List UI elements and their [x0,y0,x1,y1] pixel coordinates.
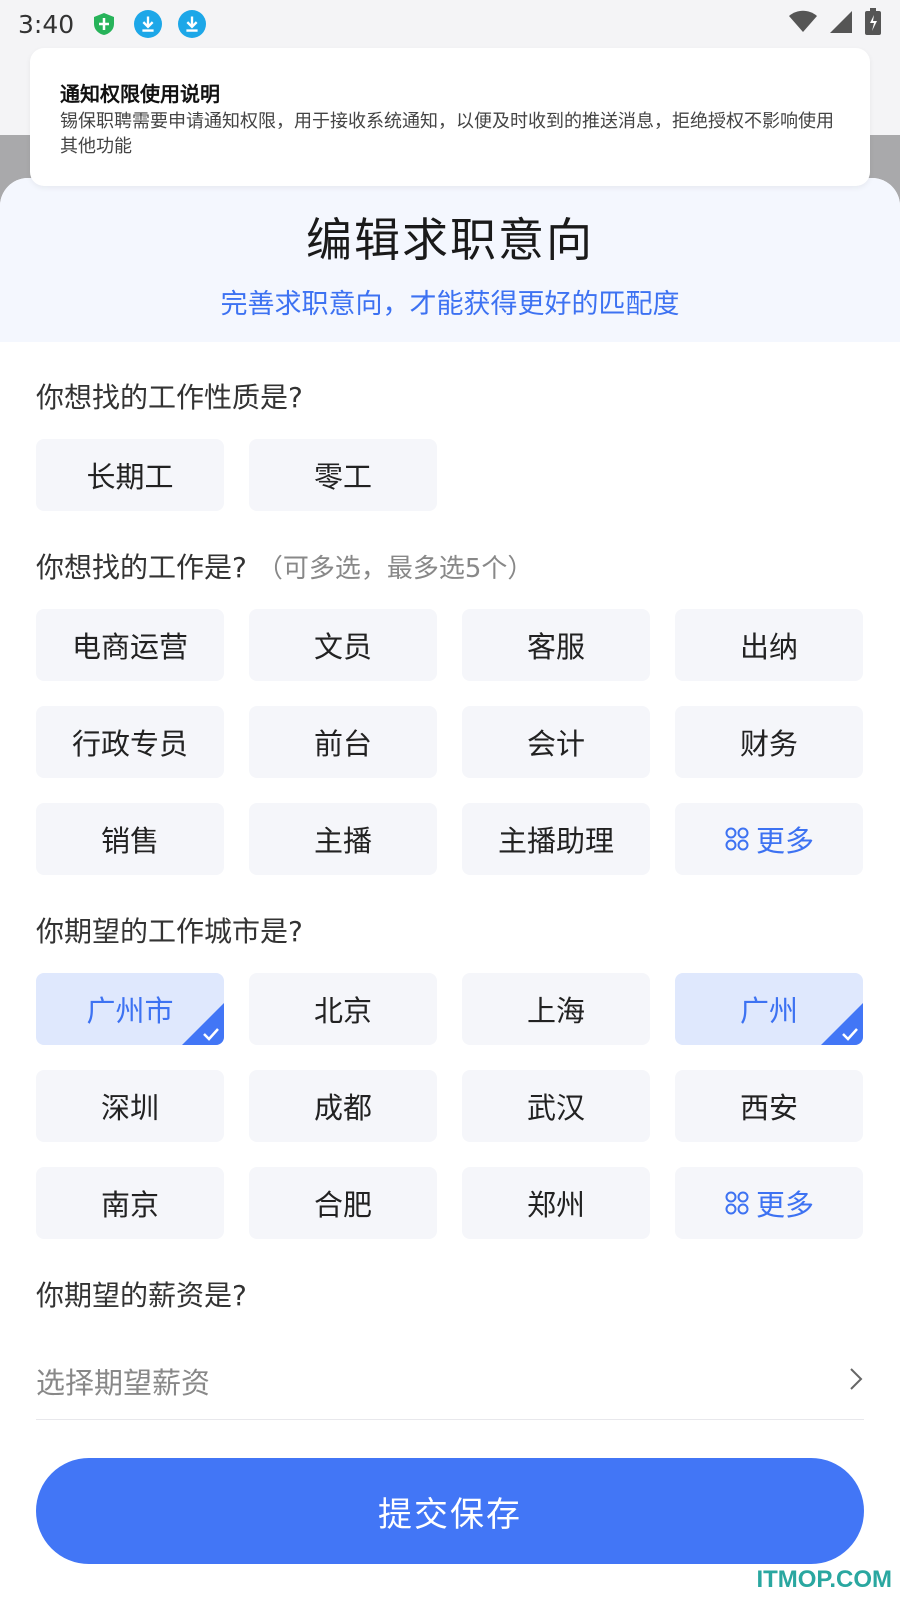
check-icon [821,1003,863,1045]
job-type-options: 长期工 零工 [36,439,437,511]
city-question: 你期望的工作城市是? [36,915,303,948]
job-hint: （可多选，最多选5个） [256,554,534,584]
permission-notice: 通知权限使用说明 锡保职聘需要申请通知权限，用于接收系统通知，以便及时收到的推送… [30,48,870,186]
city-options-row-2: 深圳 成都 武汉 西安 [36,1070,863,1142]
city-chip[interactable]: 深圳 [36,1070,224,1142]
job-chip[interactable]: 销售 [36,803,224,875]
job-type-chip[interactable]: 长期工 [36,439,224,511]
grid-icon [724,826,750,852]
city-options-row-3: 南京 合肥 郑州 更多 [36,1167,863,1239]
job-chip[interactable]: 电商运营 [36,609,224,681]
watermark: ITMOP.COM [756,1566,892,1593]
job-chip[interactable]: 客服 [462,609,650,681]
city-chip-selected[interactable]: 广州市 [36,973,224,1045]
chevron-right-icon [848,1366,864,1396]
job-chip[interactable]: 出纳 [675,609,863,681]
job-options-row-1: 电商运营 文员 客服 出纳 [36,609,863,681]
download-icon [134,10,163,38]
job-options-row-3: 销售 主播 主播助理 更多 [36,803,863,875]
city-chip[interactable]: 武汉 [462,1070,650,1142]
page-title: 编辑求职意向 [306,213,594,267]
city-chip[interactable]: 合肥 [249,1167,437,1239]
job-more-label: 更多 [755,824,814,858]
city-more-label: 更多 [755,1188,814,1222]
city-chip[interactable]: 郑州 [462,1167,650,1239]
download-icon [178,10,207,38]
page-subtitle: 完善求职意向，才能获得更好的匹配度 [220,289,680,320]
salary-placeholder: 选择期望薪资 [36,1365,211,1400]
job-chip[interactable]: 文员 [249,609,437,681]
job-chip[interactable]: 财务 [675,706,863,778]
job-chip[interactable]: 前台 [249,706,437,778]
city-options-row-1: 广州市 北京 上海 广州 [36,973,863,1045]
city-chip[interactable]: 成都 [249,1070,437,1142]
sheet-header: 编辑求职意向 完善求职意向，才能获得更好的匹配度 [0,178,900,342]
job-chip[interactable]: 行政专员 [36,706,224,778]
job-question: 你想找的工作是? （可多选，最多选5个） [36,551,534,584]
check-icon [182,1003,224,1045]
job-chip[interactable]: 主播助理 [462,803,650,875]
city-chip[interactable]: 上海 [462,973,650,1045]
wifi-icon [788,10,818,38]
status-time: 3:40 [18,9,75,39]
signal-icon [828,10,854,38]
job-type-chip[interactable]: 零工 [249,439,437,511]
job-more-button[interactable]: 更多 [675,803,863,875]
salary-selector[interactable]: 选择期望薪资 [36,1342,864,1420]
job-chip[interactable]: 会计 [462,706,650,778]
status-bar: 3:40 [0,0,900,48]
city-chip[interactable]: 西安 [675,1070,863,1142]
notice-title: 通知权限使用说明 [60,82,220,106]
notice-body: 锡保职聘需要申请通知权限，用于接收系统通知，以便及时收到的推送消息，拒绝授权不影… [60,111,834,157]
grid-icon [724,1190,750,1216]
city-chip-selected[interactable]: 广州 [675,973,863,1045]
job-type-question: 你想找的工作性质是? [36,381,303,414]
city-chip[interactable]: 北京 [249,973,437,1045]
battery-icon [864,8,882,40]
salary-question: 你期望的薪资是? [36,1279,247,1312]
submit-button[interactable]: 提交保存 [36,1458,864,1564]
job-chip[interactable]: 主播 [249,803,437,875]
city-more-button[interactable]: 更多 [675,1167,863,1239]
job-options-row-2: 行政专员 前台 会计 财务 [36,706,863,778]
city-chip[interactable]: 南京 [36,1167,224,1239]
shield-icon [90,10,118,38]
